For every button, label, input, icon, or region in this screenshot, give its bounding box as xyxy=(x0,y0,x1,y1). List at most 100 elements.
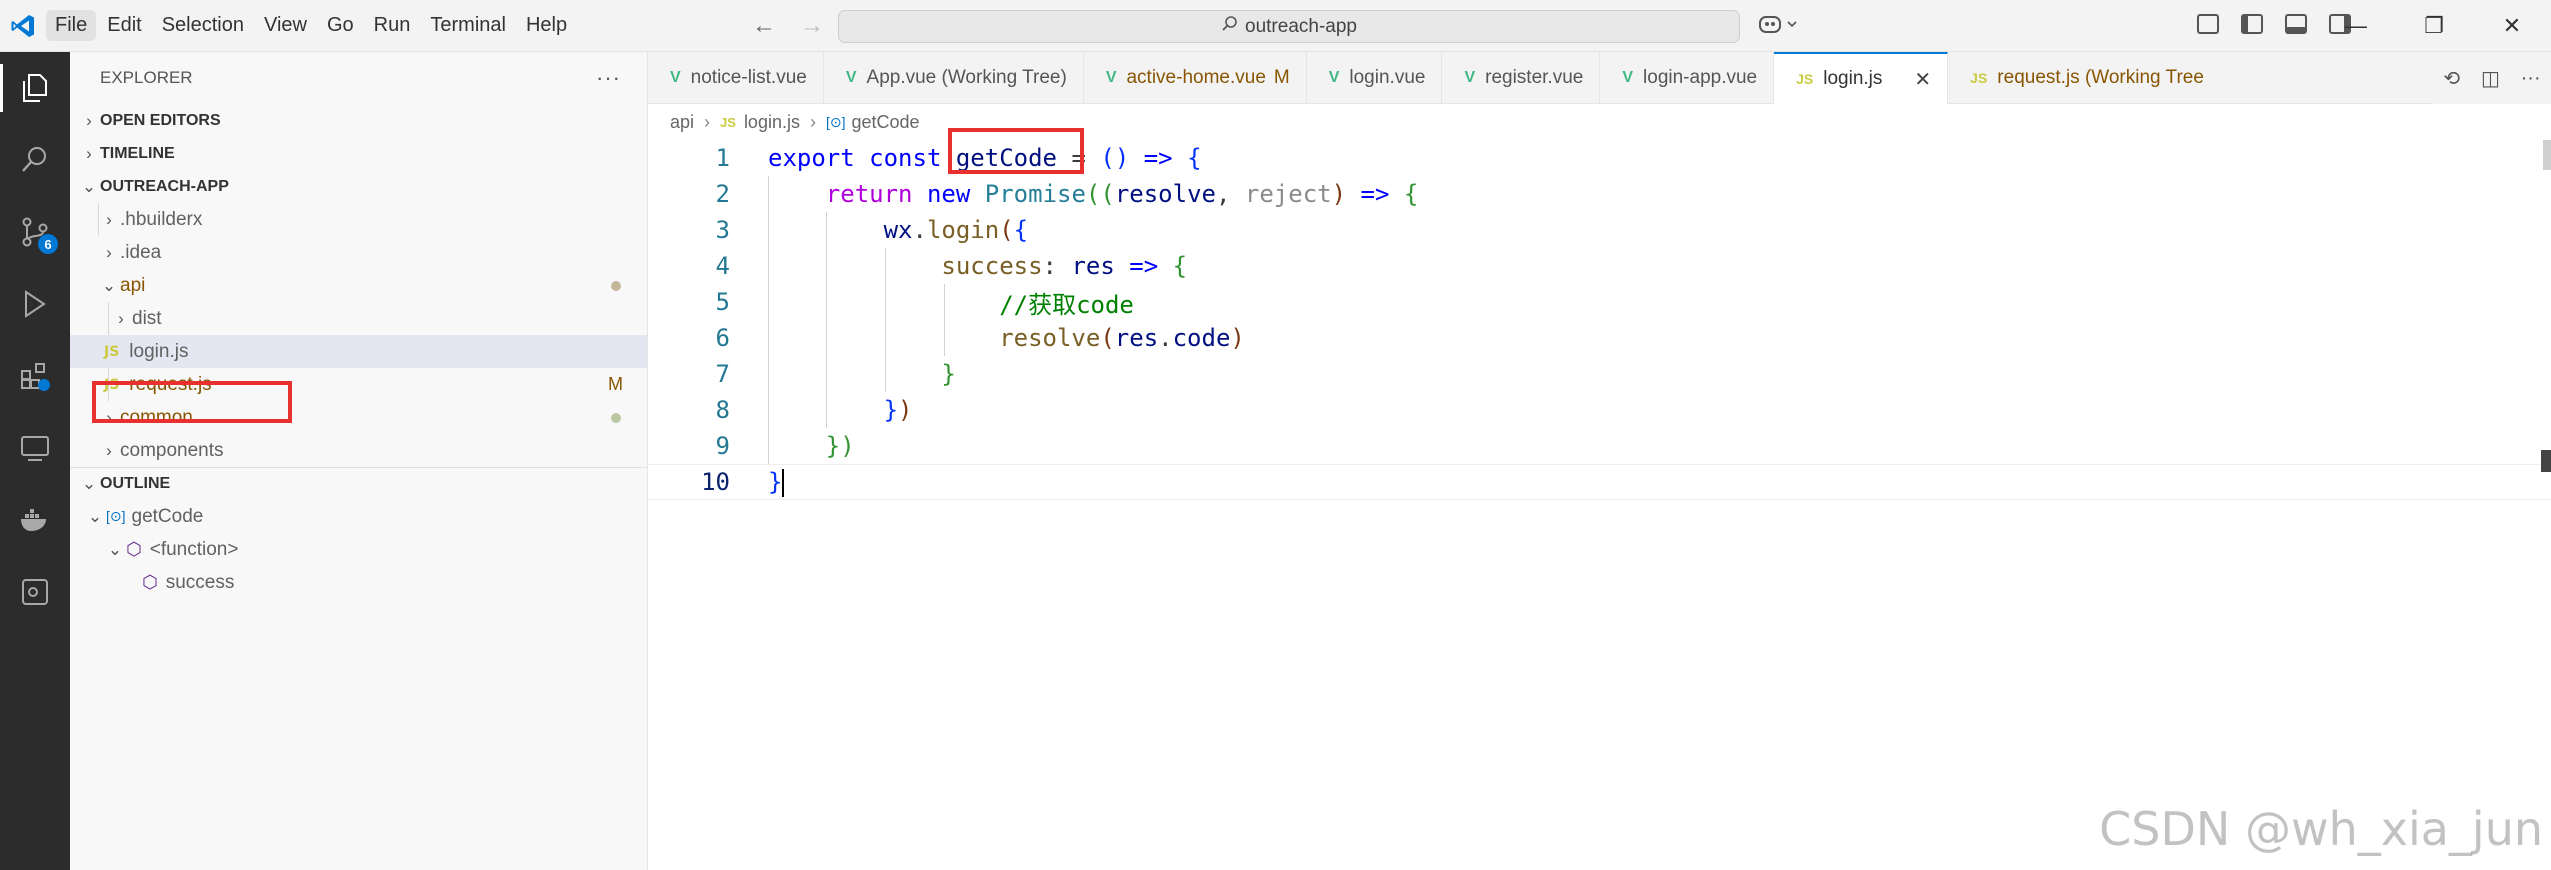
tab-app-vue[interactable]: V App.vue (Working Tree) xyxy=(824,52,1084,104)
text-cursor xyxy=(782,468,785,497)
section-outline[interactable]: ⌄ OUTLINE xyxy=(70,467,647,500)
tab-label: request.js (Working Tree xyxy=(1997,67,2204,88)
outline-item-success[interactable]: ⬡ success xyxy=(70,566,647,599)
line-number: 4 xyxy=(715,252,730,280)
source-control-icon[interactable]: 6 xyxy=(0,196,70,268)
menu-help[interactable]: Help xyxy=(517,10,576,41)
copilot-icon[interactable] xyxy=(1758,12,1802,44)
customize-layout-icon[interactable] xyxy=(2197,14,2219,34)
menu-terminal[interactable]: Terminal xyxy=(421,10,515,41)
code-line: 1 export const getCode = () => { xyxy=(648,140,2551,176)
menu-bar: File Edit Selection View Go Run Terminal… xyxy=(46,0,578,52)
chevron-down-icon: ⌄ xyxy=(101,275,117,295)
search-icon xyxy=(1221,15,1239,39)
tree-item-dist[interactable]: › dist xyxy=(70,302,647,335)
tree-item-label: components xyxy=(120,439,224,461)
toggle-primary-sidebar-icon[interactable] xyxy=(2241,14,2263,34)
token: } xyxy=(883,396,899,424)
vue-file-icon: V xyxy=(1328,69,1340,86)
vscode-window: File Edit Selection View Go Run Terminal… xyxy=(0,0,2551,870)
restore-icon[interactable]: ❐ xyxy=(2395,0,2473,52)
variable-icon: [⊙] xyxy=(825,113,846,130)
token: res xyxy=(1114,324,1159,352)
chevron-right-icon: › xyxy=(106,242,112,262)
close-window-icon[interactable]: ✕ xyxy=(2473,0,2551,52)
token: ) xyxy=(840,432,855,460)
tab-request-js[interactable]: JS request.js (Working Tree xyxy=(1948,52,2220,104)
more-actions-icon[interactable]: ··· xyxy=(2521,67,2541,90)
title-bar: File Edit Selection View Go Run Terminal… xyxy=(0,0,2551,52)
menu-edit[interactable]: Edit xyxy=(98,10,150,41)
code-editor[interactable]: 1 export const getCode = () => { 2 retur… xyxy=(648,128,2551,500)
overview-ruler-cursor xyxy=(2541,450,2551,472)
section-timeline[interactable]: › TIMELINE xyxy=(70,137,647,170)
indent-guide xyxy=(98,203,99,236)
tab-notice-list-vue[interactable]: V notice-list.vue xyxy=(648,52,824,104)
tab-active-home-vue[interactable]: V active-home.vue M xyxy=(1084,52,1307,104)
chevron-down-icon: ⌄ xyxy=(107,539,123,559)
run-debug-icon[interactable] xyxy=(0,268,70,340)
editor-area: V notice-list.vue V App.vue (Working Tre… xyxy=(648,52,2551,870)
code-line: 2 return new Promise((resolve, reject) =… xyxy=(648,176,2551,212)
tab-login-js[interactable]: JS login.js ✕ xyxy=(1774,52,1949,104)
tab-login-app-vue[interactable]: V login-app.vue xyxy=(1600,52,1775,104)
vue-file-icon: V xyxy=(1464,69,1476,86)
tab-register-vue[interactable]: V register.vue xyxy=(1442,52,1601,104)
tree-item-label: api xyxy=(120,274,146,296)
code-line-current: 10 } xyxy=(648,464,2551,500)
outline-item-function[interactable]: ⌄ ⬡ <function> xyxy=(70,533,647,566)
token: wx xyxy=(883,216,913,244)
tab-login-vue[interactable]: V login.vue xyxy=(1307,52,1443,104)
menu-file[interactable]: File xyxy=(46,10,97,41)
breadcrumb-item[interactable]: login.js xyxy=(744,112,800,133)
close-tab-icon[interactable]: ✕ xyxy=(1914,67,1931,92)
project-manager-icon[interactable] xyxy=(0,556,70,628)
docker-icon[interactable] xyxy=(0,484,70,556)
token: ) xyxy=(1331,180,1347,208)
code-line: 6 resolve(res.code) xyxy=(648,320,2551,356)
explorer-icon[interactable] xyxy=(0,52,70,124)
indent-guide xyxy=(108,302,109,335)
tree-item-components[interactable]: › components xyxy=(70,434,647,467)
navigation-arrows: ← → xyxy=(752,12,824,40)
outline-item-getcode[interactable]: ⌄ [⊙] getCode xyxy=(70,500,647,533)
method-icon: ⬡ xyxy=(126,539,142,559)
breadcrumb-item[interactable]: getCode xyxy=(851,112,919,133)
command-center-search[interactable]: outreach-app xyxy=(838,10,1740,43)
menu-go[interactable]: Go xyxy=(318,10,363,41)
source-control-badge: 6 xyxy=(38,234,58,254)
scrollbar-thumb[interactable] xyxy=(2543,140,2551,170)
section-open-editors[interactable]: › OPEN EDITORS xyxy=(70,104,647,137)
tab-label: active-home.vue xyxy=(1126,67,1266,88)
minimize-icon[interactable]: — xyxy=(2317,0,2395,52)
menu-view[interactable]: View xyxy=(255,10,316,41)
tree-item-hbuilderx[interactable]: › .hbuilderx xyxy=(70,203,647,236)
extensions-icon[interactable] xyxy=(0,340,70,412)
search-text: outreach-app xyxy=(1245,15,1357,37)
line-number: 5 xyxy=(715,288,730,316)
more-actions-icon[interactable]: ··· xyxy=(596,65,621,91)
back-arrow-icon[interactable]: ← xyxy=(752,12,776,40)
token: new xyxy=(926,180,971,208)
activity-bar: 6 xyxy=(0,52,70,870)
token: export xyxy=(768,144,855,172)
menu-selection[interactable]: Selection xyxy=(153,10,253,41)
section-project[interactable]: ⌄ OUTREACH-APP xyxy=(70,170,647,203)
breadcrumb-item[interactable]: api xyxy=(670,112,694,133)
history-icon[interactable]: ⟲ xyxy=(2443,66,2460,91)
tree-item-login-js[interactable]: JS login.js xyxy=(70,335,647,368)
token: code xyxy=(1172,324,1231,352)
remote-explorer-icon[interactable] xyxy=(0,412,70,484)
token: : xyxy=(1042,252,1057,280)
line-number: 2 xyxy=(715,180,730,208)
token: . xyxy=(1158,324,1173,352)
forward-arrow-icon[interactable]: → xyxy=(800,12,824,40)
code-line: 9 }) xyxy=(648,428,2551,464)
tree-item-api[interactable]: ⌄ api xyxy=(70,269,647,302)
explorer-sidebar: EXPLORER ··· › OPEN EDITORS › TIMELINE ⌄… xyxy=(70,52,648,870)
search-view-icon[interactable] xyxy=(0,124,70,196)
tree-item-idea[interactable]: › .idea xyxy=(70,236,647,269)
toggle-panel-icon[interactable] xyxy=(2285,14,2307,34)
menu-run[interactable]: Run xyxy=(365,10,420,41)
split-editor-icon[interactable]: ◫ xyxy=(2481,66,2500,91)
